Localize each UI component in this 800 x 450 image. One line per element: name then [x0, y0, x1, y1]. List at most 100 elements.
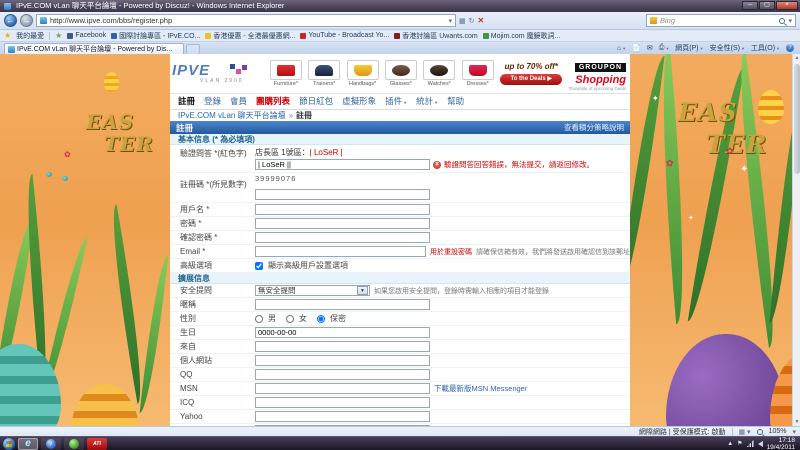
safety-menu[interactable]: 安全性(S) [710, 43, 745, 53]
favorite-label[interactable]: 香港討論區 Uwants.com [402, 31, 477, 41]
start-button[interactable] [3, 438, 15, 450]
product-box[interactable]: Furniture* [268, 60, 304, 87]
chevron-down-icon[interactable]: ▼ [357, 286, 368, 295]
zoom-magnifier-icon[interactable] [757, 429, 763, 435]
nav-members[interactable]: 會員 [230, 95, 247, 107]
favorite-label[interactable]: 國際討論專區 - IPvE.CO... [119, 31, 200, 41]
back-button[interactable]: ← [4, 14, 17, 27]
gender-male-label[interactable]: 男 [268, 313, 276, 324]
username-input[interactable] [255, 204, 430, 215]
advanced-checkbox-label[interactable]: 顯示高級用戶設置選項 [268, 260, 348, 271]
mail-icon[interactable]: ✉ [647, 44, 653, 52]
product-box[interactable]: Dresses* [459, 60, 495, 87]
advanced-options-checkbox[interactable] [255, 262, 263, 270]
search-box[interactable]: Bing ▾ [646, 14, 796, 27]
product-label[interactable]: Trainers* [306, 81, 342, 87]
nav-plugins[interactable]: 插件 [385, 95, 407, 107]
taskbar-media-button[interactable]: ♪ [41, 438, 61, 450]
nav-deals-list[interactable]: 團購列表 [256, 95, 290, 107]
msn-download-link[interactable]: 下載最新版MSN Messenger [434, 383, 527, 394]
nav-red-packet[interactable]: 節日紅包 [299, 95, 333, 107]
action-center-icon[interactable]: ⚑ [737, 440, 742, 447]
product-label[interactable]: Furniture* [268, 81, 304, 87]
points-policy-link[interactable]: 查看積分策略說明 [564, 122, 624, 133]
compatibility-view-icon[interactable]: ▦ [459, 17, 466, 25]
page-menu[interactable]: 網頁(P) [675, 43, 703, 53]
deals-button[interactable]: To the Deals ▶ [500, 74, 562, 85]
password-input[interactable] [255, 218, 430, 229]
url-box[interactable]: http://www.ipve.com/bbs/register.php ▾ [36, 14, 456, 27]
favorites-label[interactable]: 我的最愛 [16, 31, 44, 41]
scroll-up-icon[interactable]: ▲ [793, 54, 800, 62]
favorite-label[interactable]: 香港優惠 - 全港最優惠網... [213, 31, 295, 41]
minimize-button[interactable]: ─ [742, 1, 758, 10]
nav-avatar[interactable]: 虛擬形象 [342, 95, 376, 107]
new-tab-button[interactable] [186, 44, 200, 54]
close-button[interactable]: × [776, 1, 798, 10]
favorite-label[interactable]: YouTube - Broadcast Yo... [308, 32, 389, 39]
home-button[interactable]: ⌂ [617, 45, 626, 52]
taskbar-messenger-button[interactable] [64, 438, 84, 450]
nav-help[interactable]: 幫助 [447, 95, 464, 107]
msn-input[interactable] [255, 383, 430, 394]
volume-icon[interactable] [758, 441, 763, 447]
nav-stats[interactable]: 統計 [416, 95, 438, 107]
vertical-scrollbar[interactable]: ▲ ▼ [792, 54, 800, 426]
product-box[interactable]: Watches* [421, 60, 457, 87]
search-icon[interactable] [779, 18, 785, 24]
refresh-icon[interactable]: ↻ [469, 17, 475, 25]
tab-title[interactable]: IPvE.COM vLan 聊天平台論壇 - Powered by Dis... [17, 44, 172, 54]
favorite-label[interactable]: Mojim.com 魔鏡歌詞... [491, 31, 561, 41]
scrollbar-thumb[interactable] [794, 64, 800, 174]
product-box[interactable]: Handbags* [344, 60, 380, 87]
stop-icon[interactable]: ✕ [478, 16, 485, 25]
product-label[interactable]: Handbags* [344, 81, 380, 87]
taskbar-ati-button[interactable]: ATI [87, 438, 107, 450]
qq-input[interactable] [255, 369, 430, 380]
security-question-value[interactable]: 無安全提問 [256, 285, 357, 296]
hidden-icons-button[interactable]: ▲ [727, 441, 733, 447]
favorites-star-icon[interactable]: ★ [4, 31, 11, 40]
zoom-dropdown-icon[interactable]: ▾ [792, 428, 796, 436]
search-dropdown-icon[interactable]: ▾ [788, 17, 792, 25]
email-input[interactable] [255, 246, 426, 257]
browser-tab[interactable]: IPvE.COM vLan 聊天平台論壇 - Powered by Dis... [4, 43, 184, 54]
taskbar-ie-button[interactable]: e [18, 438, 38, 450]
print-button[interactable]: ⎙ [659, 44, 670, 52]
favorite-label[interactable]: Facebook [75, 32, 106, 39]
gender-female-radio[interactable] [286, 315, 294, 323]
gender-female-label[interactable]: 女 [299, 313, 307, 324]
captcha-input[interactable] [255, 159, 430, 170]
search-engine-label[interactable]: Bing [660, 16, 776, 25]
product-label[interactable]: Watches* [421, 81, 457, 87]
nav-register[interactable]: 註冊 [178, 95, 195, 107]
yahoo-input[interactable] [255, 411, 430, 422]
favorite-item[interactable]: YouTube - Broadcast Yo... [300, 32, 389, 39]
icq-input[interactable] [255, 397, 430, 408]
zoom-level[interactable]: 105% [769, 428, 787, 435]
nav-login[interactable]: 登錄 [204, 95, 221, 107]
tools-menu[interactable]: 工具(O) [751, 43, 780, 53]
maximize-button[interactable]: ▢ [759, 1, 775, 10]
nickname-input[interactable] [255, 299, 430, 310]
change-zoom-icon[interactable]: ▦ ▾ [739, 428, 751, 436]
gender-male-radio[interactable] [255, 315, 263, 323]
product-box[interactable]: Trainers* [306, 60, 342, 87]
website-input[interactable] [255, 355, 430, 366]
favorite-item[interactable]: 香港討論區 Uwants.com [394, 31, 477, 41]
feeds-icon[interactable]: 📄 [632, 44, 641, 52]
ad-banner[interactable]: IPVE VLAN 2900 Furniture* Trainers* Hand… [170, 54, 630, 94]
network-icon[interactable] [747, 440, 754, 447]
help-icon[interactable]: ? [786, 44, 794, 52]
add-favorite-icon[interactable]: ★ [55, 31, 62, 40]
product-label[interactable]: Glasses* [383, 81, 419, 87]
groupon-logo[interactable]: GROUPON [575, 63, 626, 72]
forward-button[interactable]: → [20, 14, 33, 27]
birthday-input[interactable] [255, 327, 430, 338]
favorite-item[interactable]: Mojim.com 魔鏡歌詞... [483, 31, 561, 41]
gender-secret-radio[interactable] [317, 315, 325, 323]
favorite-item[interactable]: Facebook [67, 32, 106, 39]
product-box[interactable]: Glasses* [383, 60, 419, 87]
gender-secret-label[interactable]: 保密 [330, 313, 346, 324]
from-input[interactable] [255, 341, 430, 352]
